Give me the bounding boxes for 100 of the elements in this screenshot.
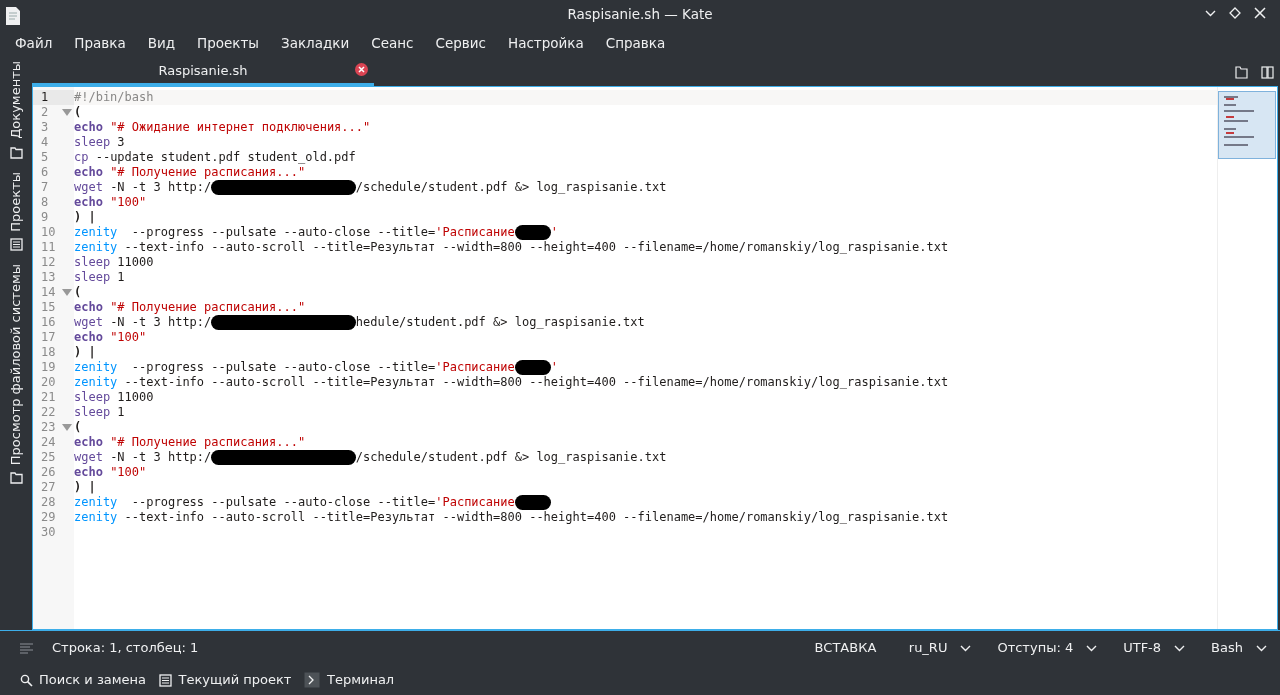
line-number: 6 bbox=[41, 165, 49, 180]
code-text: zenity --progress --pulsate --auto-close --title='Расписание bbox=[74, 495, 515, 510]
code-text: sleep 1 bbox=[74, 405, 125, 420]
minimap[interactable] bbox=[1218, 91, 1276, 159]
code-text: zenity --progress --pulsate --auto-close --title='Расписание bbox=[74, 360, 515, 375]
menu-item[interactable]: Вид bbox=[136, 32, 187, 54]
line-number: 5 bbox=[41, 150, 49, 165]
chevron-icon bbox=[1174, 644, 1186, 652]
folder-icon bbox=[9, 471, 23, 485]
code-text: echo "# Получение расписания..." bbox=[74, 165, 306, 180]
line-number: 20 bbox=[41, 375, 56, 390]
code-text: ( bbox=[74, 420, 82, 435]
code-text: ' bbox=[550, 360, 559, 375]
line-number: 24 bbox=[41, 435, 56, 450]
side-tab[interactable]: Документы bbox=[6, 61, 26, 159]
side-tab[interactable]: Просмотр файловой системы bbox=[6, 263, 26, 485]
code-text: echo "100" bbox=[74, 330, 147, 345]
fold-icon[interactable] bbox=[62, 424, 72, 432]
fold-icon[interactable] bbox=[62, 109, 72, 117]
code-text: zenity --text-info --auto-scroll --title=Результат --width=800 --height=400 --filename=/home/romanskiy/log_raspisanie.txt bbox=[74, 510, 949, 525]
menu-item[interactable]: Закладки bbox=[270, 32, 361, 54]
redaction-mark bbox=[514, 225, 551, 241]
list-icon bbox=[9, 237, 23, 251]
tool-view-button[interactable]: Текущий проект bbox=[159, 670, 292, 690]
code-text: sleep 11000 bbox=[74, 255, 154, 270]
line-number: 10 bbox=[41, 225, 56, 240]
line-number: 15 bbox=[41, 300, 56, 315]
code-text: zenity --progress --pulsate --auto-close --title='Расписание bbox=[74, 225, 515, 240]
menu-item[interactable]: Справка bbox=[594, 32, 677, 54]
line-number: 8 bbox=[41, 195, 49, 210]
line-number: 16 bbox=[41, 315, 56, 330]
code-text: sleep 11000 bbox=[74, 390, 154, 405]
code-text: ( bbox=[74, 285, 82, 300]
code-text: zenity --text-info --auto-scroll --title=Результат --width=800 --height=400 --filename=/home/romanskiy/log_raspisanie.txt bbox=[74, 375, 949, 390]
code-text: ' bbox=[550, 225, 559, 240]
code-text: ) | bbox=[74, 480, 96, 495]
code-text: ) | bbox=[74, 345, 96, 360]
menu-item[interactable]: Правка bbox=[63, 32, 137, 54]
line-number: 14 bbox=[41, 285, 56, 300]
redaction-mark bbox=[514, 495, 551, 511]
status-dropdown[interactable]: UTF-8 bbox=[1123, 638, 1186, 658]
code-text: wget -N -t 3 http:/ bbox=[74, 450, 212, 465]
code-text: ) | bbox=[74, 210, 96, 225]
line-number: 19 bbox=[41, 360, 56, 375]
code-text: /schedule/student.pdf &> log_raspisanie.txt bbox=[355, 450, 667, 465]
folder-icon bbox=[9, 145, 23, 159]
maximize-button[interactable] bbox=[1229, 7, 1241, 19]
line-number: 1 bbox=[41, 90, 49, 105]
code-text: echo "# Получение расписания..." bbox=[74, 435, 306, 450]
code-text: sleep 3 bbox=[74, 135, 125, 150]
chevron-icon bbox=[1256, 644, 1267, 652]
input-mode-indicator[interactable]: ВСТАВКА bbox=[814, 638, 877, 658]
close-button[interactable] bbox=[1254, 7, 1266, 19]
line-number: 17 bbox=[41, 330, 56, 345]
line-number: 4 bbox=[41, 135, 49, 150]
code-text: ( bbox=[74, 105, 82, 120]
code-text: echo "100" bbox=[74, 195, 147, 210]
line-number: 25 bbox=[41, 450, 56, 465]
menu-item[interactable]: Проекты bbox=[186, 32, 271, 54]
line-number: 2 bbox=[41, 105, 49, 120]
line-number: 12 bbox=[41, 255, 56, 270]
redaction-mark bbox=[514, 360, 551, 376]
chevron-icon bbox=[960, 644, 972, 652]
line-number: 3 bbox=[41, 120, 49, 135]
side-tab[interactable]: Проекты bbox=[6, 171, 26, 251]
line-number: 29 bbox=[41, 510, 56, 525]
code-text: hedule/student.pdf &> log_raspisanie.txt bbox=[355, 315, 645, 330]
code-text: /schedule/student.pdf &> log_raspisanie.txt bbox=[355, 180, 667, 195]
line-number: 22 bbox=[41, 405, 56, 420]
status-dropdown[interactable]: Bash bbox=[1211, 638, 1267, 658]
code-text: zenity --text-info --auto-scroll --title=Результат --width=800 --height=400 --filename=/home/romanskiy/log_raspisanie.txt bbox=[74, 240, 949, 255]
menu-item[interactable]: Сервис bbox=[424, 32, 497, 54]
new-tab-icon[interactable] bbox=[1234, 65, 1248, 79]
tool-view-button[interactable]: Поиск и замена bbox=[19, 670, 147, 690]
status-dropdown[interactable]: Отступы: 4 bbox=[997, 638, 1098, 658]
line-number: 23 bbox=[41, 420, 56, 435]
code-text: wget -N -t 3 http:/ bbox=[74, 180, 212, 195]
fold-icon[interactable] bbox=[62, 289, 72, 297]
code-text: echo "100" bbox=[74, 465, 147, 480]
line-number: 26 bbox=[41, 465, 56, 480]
cursor-position: Строка: 1, столбец: 1 bbox=[52, 639, 199, 658]
code-text: echo "# Ожидание интернет подключения..." bbox=[74, 120, 371, 135]
close-icon[interactable] bbox=[355, 63, 368, 76]
menu-item[interactable]: Файл bbox=[4, 32, 64, 54]
code-text: cp --update student.pdf student_old.pdf bbox=[74, 150, 356, 165]
terminal-icon bbox=[304, 672, 321, 688]
line-number: 21 bbox=[41, 390, 56, 405]
code-text: #!/bin/bash bbox=[74, 90, 154, 105]
menu-item[interactable]: Сеанс bbox=[360, 32, 425, 54]
tool-view-button[interactable]: Терминал bbox=[304, 670, 395, 690]
split-view-icon[interactable] bbox=[1260, 65, 1274, 79]
code-text: echo "# Получение расписания..." bbox=[74, 300, 306, 315]
menu-item[interactable]: Настройка bbox=[497, 32, 595, 54]
line-number: 30 bbox=[41, 525, 56, 540]
window-title: Raspisanie.sh — Kate bbox=[567, 4, 713, 24]
minimize-button[interactable] bbox=[1205, 9, 1216, 17]
line-number: 13 bbox=[41, 270, 56, 285]
code-text: sleep 1 bbox=[74, 270, 125, 285]
line-number: 7 bbox=[41, 180, 49, 195]
status-dropdown[interactable]: ru_RU bbox=[908, 638, 972, 658]
